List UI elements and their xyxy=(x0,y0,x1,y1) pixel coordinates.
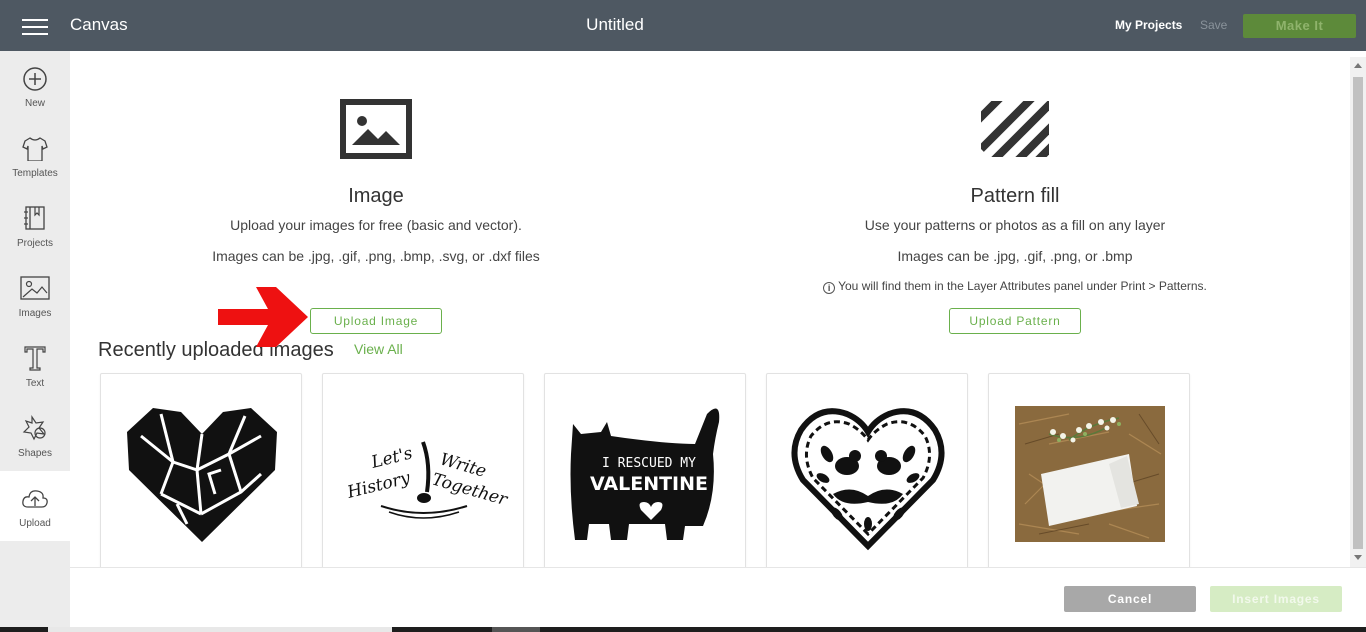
geometric-heart-image xyxy=(127,408,277,542)
upload-pattern-button[interactable]: Upload Pattern xyxy=(949,308,1081,334)
lets-write-history-together-image: Let's Write History Together xyxy=(344,441,510,519)
notebook-icon xyxy=(24,206,45,230)
upload-cloud-icon xyxy=(22,490,48,508)
thumbnail-text: Let's xyxy=(368,443,414,473)
pattern-section-note: i You will find them in the Layer Attribu… xyxy=(810,279,1220,294)
sidebar-item-label: Images xyxy=(18,308,52,319)
top-bar: Canvas Untitled My Projects Save Make It xyxy=(0,0,1366,51)
my-projects-link[interactable]: My Projects xyxy=(1115,18,1182,32)
text-icon xyxy=(24,346,46,371)
rescued-my-valentine-cat-image: I RESCUED MY VALENTINE xyxy=(570,408,720,540)
sidebar-item-label: Projects xyxy=(16,238,54,249)
sidebar-item-label: Text xyxy=(25,378,45,389)
image-icon xyxy=(20,276,50,300)
thumbnail-text: History xyxy=(344,468,412,503)
scroll-up-arrow-icon[interactable] xyxy=(1354,63,1362,68)
view-all-link[interactable]: View All xyxy=(354,341,403,357)
sidebar-item-projects[interactable]: Projects xyxy=(0,191,70,261)
recent-image-thumbnail[interactable]: Let's Write History Together xyxy=(322,373,524,567)
pattern-section-title: Pattern fill xyxy=(970,185,1060,207)
sidebar-item-images[interactable]: Images xyxy=(0,261,70,331)
upload-panel: Image Upload your images for free (basic… xyxy=(70,51,1366,567)
sidebar-item-templates[interactable]: Templates xyxy=(0,121,70,191)
thumbnail-text: VALENTINE xyxy=(590,473,708,495)
image-section-description: Upload your images for free (basic and v… xyxy=(230,217,522,233)
image-icon xyxy=(340,99,412,159)
save-button[interactable]: Save xyxy=(1200,18,1227,32)
cancel-button[interactable]: Cancel xyxy=(1064,586,1196,612)
vertical-scrollbar[interactable] xyxy=(1350,57,1366,567)
image-section-formats: Images can be .jpg, .gif, .png, .bmp, .s… xyxy=(212,248,540,264)
scroll-down-arrow-icon[interactable] xyxy=(1354,555,1362,560)
floral-heart-birds-image xyxy=(791,408,945,551)
sidebar-item-text[interactable]: Text xyxy=(0,331,70,401)
recent-image-thumbnail[interactable] xyxy=(100,373,302,567)
scrollbar-thumb[interactable] xyxy=(1353,77,1363,549)
sidebar-item-label: Shapes xyxy=(18,448,52,459)
panel-footer: Cancel Insert Images xyxy=(70,567,1366,627)
thumbnail-text: I RESCUED MY xyxy=(602,456,696,471)
recent-image-thumbnail[interactable] xyxy=(988,373,1190,567)
tshirt-icon xyxy=(22,137,48,161)
pattern-section-formats: Images can be .jpg, .gif, .png, or .bmp xyxy=(897,248,1133,264)
image-section-title: Image xyxy=(348,185,404,207)
sidebar-item-label: Upload xyxy=(19,518,51,529)
sidebar-item-label: New xyxy=(24,98,45,109)
pattern-section-description: Use your patterns or photos as a fill on… xyxy=(864,217,1166,233)
taskbar-segment xyxy=(48,627,392,632)
diagonal-stripes-icon xyxy=(981,101,1049,157)
pattern-upload-section: Pattern fill Use your patterns or photos… xyxy=(810,51,1220,294)
insert-images-button[interactable]: Insert Images xyxy=(1210,586,1342,612)
recent-image-thumbnail[interactable]: I RESCUED MY VALENTINE xyxy=(544,373,746,567)
sidebar-item-upload[interactable]: Upload xyxy=(0,471,70,541)
info-icon: i xyxy=(823,282,836,294)
sidebar: New Templates Projects Images Text Shape… xyxy=(0,51,70,632)
recent-image-thumbnail[interactable] xyxy=(766,373,968,567)
image-upload-section: Image Upload your images for free (basic… xyxy=(186,51,566,264)
sidebar-item-new[interactable]: New xyxy=(0,51,70,121)
plus-circle-icon xyxy=(23,67,47,91)
sidebar-item-label: Templates xyxy=(12,168,58,179)
taskbar-strip xyxy=(0,627,1366,632)
make-it-button[interactable]: Make It xyxy=(1243,14,1356,38)
red-arrow-annotation-icon xyxy=(218,287,308,347)
shapes-icon xyxy=(22,415,46,441)
sidebar-item-shapes[interactable]: Shapes xyxy=(0,401,70,471)
taskbar-segment xyxy=(492,627,540,632)
upload-image-button[interactable]: Upload Image xyxy=(310,308,442,334)
document-title[interactable]: Untitled xyxy=(0,15,1230,35)
flowers-on-straw-photo-image xyxy=(1015,406,1165,542)
pattern-note-text: You will find them in the Layer Attribut… xyxy=(838,279,1207,293)
